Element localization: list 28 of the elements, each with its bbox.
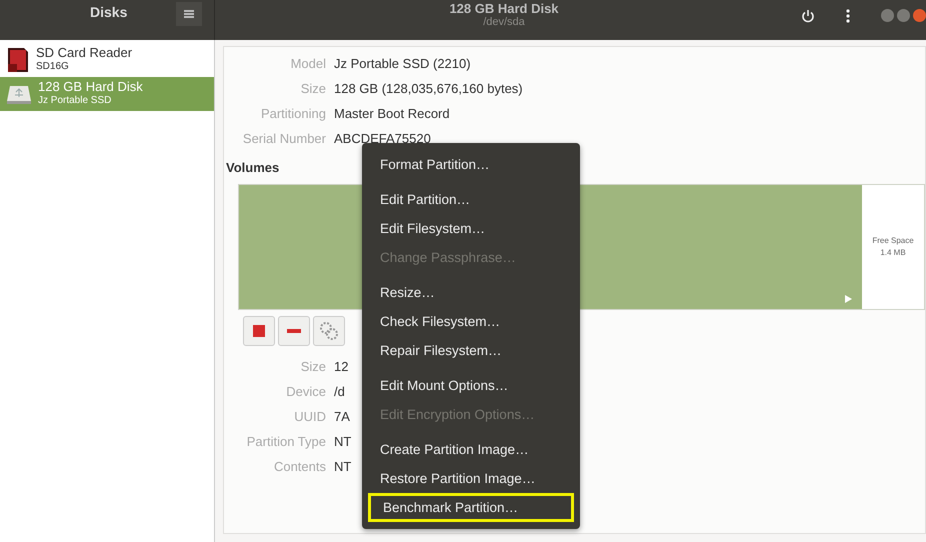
detail-label: Partitioning: [260, 106, 326, 121]
app-title: Disks: [90, 4, 128, 20]
window-subtitle: /dev/sda: [483, 16, 525, 28]
device-subtitle: SD16G: [36, 60, 70, 74]
detail-label: Size: [300, 81, 326, 96]
detail-label: Model: [290, 56, 326, 71]
volumes-heading: Volumes: [226, 160, 280, 175]
detail-value: 12: [334, 359, 348, 374]
detail-label: UUID: [293, 409, 326, 424]
device-subtitle: Jz Portable SSD: [38, 94, 112, 108]
device-name: 128 GB Hard Disk: [38, 80, 143, 94]
detail-value: /d: [334, 384, 345, 399]
detail-value: ABCDEFA75520: [334, 131, 431, 146]
detail-value: Jz Portable SSD (2210): [334, 56, 471, 71]
detail-value: 128 GB (128,035,676,160 bytes): [334, 81, 523, 96]
detail-value: NT: [334, 434, 352, 449]
free-space-label: Free Space: [872, 235, 914, 247]
detail-value: 7A: [334, 409, 350, 424]
detail-value: Master Boot Record: [334, 106, 450, 121]
device-name: SD Card Reader: [36, 46, 132, 60]
window-title: 128 GB Hard Disk: [449, 2, 559, 16]
detail-label: Contents: [272, 459, 326, 474]
detail-label: Device: [285, 384, 326, 399]
detail-label: Partition Type: [246, 434, 326, 449]
detail-label: Serial Number: [242, 131, 326, 146]
free-space-size: 1.4 MB: [880, 247, 906, 259]
detail-label: Size: [300, 359, 326, 374]
detail-value: NT: [334, 459, 352, 474]
